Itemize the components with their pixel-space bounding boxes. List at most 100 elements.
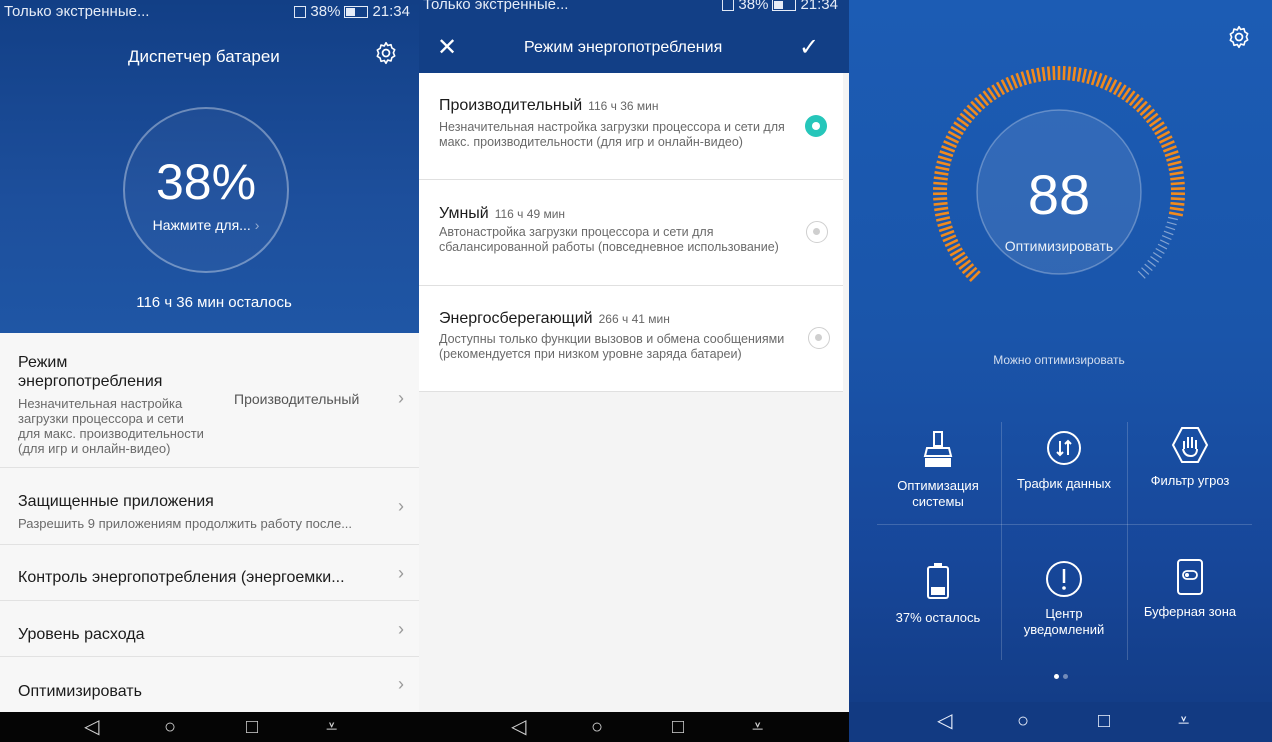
option-description: Незначительная настройка загрузки процес… (439, 120, 785, 149)
gauge-tick (1099, 74, 1108, 89)
settings-row-power-control[interactable]: Контроль энергопотребления (энергоемки..… (0, 545, 426, 601)
optimize-label[interactable]: Оптимизировать (929, 238, 1189, 254)
battery-level-ring[interactable]: 38% Нажмите для... › (123, 107, 289, 273)
tile-battery[interactable]: 37% осталось (875, 562, 1001, 626)
page-dot-active (1053, 674, 1059, 679)
gauge-tick (1081, 68, 1088, 83)
alert-icon (1046, 561, 1082, 597)
time-remaining: 116 ч 36 мин осталось (136, 294, 292, 311)
back-icon[interactable]: ◁ (84, 714, 99, 740)
gauge-tick (1161, 140, 1175, 149)
gauge-tick (1137, 270, 1146, 279)
home-icon[interactable]: ○ (591, 714, 603, 740)
grid-divider (877, 524, 1252, 525)
option-time: 116 ч 49 мин (494, 207, 566, 221)
broom-icon (923, 431, 953, 467)
gauge-tick (1164, 150, 1179, 158)
gauge-tick (941, 145, 956, 153)
tile-buffer-zone[interactable]: Буферная зона (1127, 558, 1253, 620)
gauge-tick (1067, 66, 1072, 81)
radio-unselected[interactable] (806, 221, 828, 243)
buffer-zone-icon (1177, 559, 1203, 595)
row-title: Защищенные приложения (18, 493, 214, 510)
power-option-saving[interactable]: Энергосберегающий 266 ч 41 мин Доступны т… (419, 286, 843, 392)
recents-icon[interactable]: □ (1098, 708, 1110, 734)
gauge-tick (1163, 230, 1174, 236)
gauge-tick (1144, 263, 1153, 272)
settings-row-consumption-level[interactable]: Уровень расхода › (0, 601, 426, 657)
gauge-tick (1015, 72, 1023, 87)
radio-unselected[interactable] (808, 327, 830, 349)
gauge-tick (937, 155, 952, 162)
gauge-tick (1162, 145, 1177, 153)
phone-manager-screen: 88 Оптимизировать Можно оптимизировать О… (849, 0, 1272, 742)
gauge-tick (1030, 68, 1037, 83)
status-bar: Только экстренные... 38% 21:34 (0, 0, 428, 24)
status-bar: Только экстренные... 38% 21:34 (419, 0, 856, 17)
sim-icon (294, 6, 307, 19)
chevron-right-icon: › (398, 619, 404, 639)
gauge-tick (1141, 267, 1150, 275)
tile-system-optimization[interactable]: Оптимизация системы (875, 430, 1001, 510)
settings-gear-icon[interactable] (1226, 24, 1252, 50)
chevron-right-icon: › (398, 388, 404, 408)
row-title: Оптимизировать (18, 683, 142, 700)
power-option-performance[interactable]: Производительный 116 ч 36 мин Незначитель… (419, 73, 843, 180)
notification-pull-icon[interactable]: ⩡ (326, 714, 337, 740)
tile-label: 37% осталось (895, 610, 981, 625)
gauge-tick (1165, 226, 1176, 231)
home-icon[interactable]: ○ (1017, 708, 1029, 734)
status-battery-percent: 38% (310, 3, 341, 20)
power-mode-value: Производительный (234, 391, 360, 407)
gauge-tick (1020, 71, 1028, 86)
tile-data-traffic[interactable]: Трафик данных (1001, 430, 1127, 492)
recents-icon[interactable]: □ (246, 714, 258, 740)
navigation-bar: ◁ ○ □ ⩡ (849, 702, 1272, 742)
settings-row-power-mode[interactable]: Режим энергопотребления Незначительная н… (0, 333, 426, 468)
gauge-tick (939, 150, 954, 158)
tile-label: Центр уведомлений (1023, 606, 1105, 637)
tile-label: Фильтр угроз (1150, 473, 1230, 488)
page-dot (1062, 674, 1068, 679)
settings-gear-icon[interactable] (373, 40, 399, 66)
tile-label: Оптимизация системы (897, 478, 979, 509)
row-description: Незначительная настройка загрузки процес… (18, 396, 204, 456)
chevron-right-icon: › (398, 563, 404, 583)
optimization-score[interactable]: 88 (929, 162, 1189, 227)
back-icon[interactable]: ◁ (937, 708, 952, 734)
option-description: Автонастройка загрузки процессора и сети… (439, 225, 779, 254)
gauge-tick (1166, 155, 1181, 162)
option-time: 266 ч 41 мин (598, 312, 670, 326)
status-right: 38% 21:34 (718, 0, 838, 17)
row-title: Контроль энергопотребления (энергоемки..… (18, 569, 345, 586)
notification-pull-icon[interactable]: ⩡ (752, 714, 763, 740)
gauge-tick (1072, 66, 1077, 82)
tile-label: Буферная зона (1143, 604, 1237, 619)
recents-icon[interactable]: □ (672, 714, 684, 740)
gauge-tick (1046, 66, 1051, 81)
gauge-tick (938, 225, 953, 233)
radio-selected[interactable] (805, 115, 827, 137)
row-title: Уровень расхода (18, 626, 145, 643)
settings-row-optimize[interactable]: Оптимизировать › (0, 657, 426, 713)
settings-row-protected-apps[interactable]: Защищенные приложения Разрешить 9 прилож… (0, 468, 426, 545)
back-icon[interactable]: ◁ (511, 714, 526, 740)
battery-header: Только экстренные... 38% 21:34 Диспетчер … (0, 0, 428, 333)
page-indicator (849, 666, 1272, 684)
gauge-tick (1147, 259, 1156, 267)
tile-notification-center[interactable]: Центр уведомлений (1001, 560, 1127, 638)
gauge-tick (1062, 66, 1066, 81)
gauge-tick (940, 229, 955, 238)
home-icon[interactable]: ○ (164, 714, 176, 740)
confirm-check-icon[interactable]: ✓ (799, 33, 819, 62)
gauge-tick (1076, 67, 1082, 82)
power-option-smart[interactable]: Умный 116 ч 49 мин Автонастройка загрузки… (419, 180, 843, 286)
close-icon[interactable]: ✕ (437, 36, 457, 60)
gauge-tick (943, 140, 957, 149)
gauge-tick (1010, 74, 1019, 89)
notification-pull-icon[interactable]: ⩡ (1178, 708, 1189, 734)
status-time: 21:34 (372, 3, 410, 20)
option-title: Энергосберегающий 266 ч 41 мин (439, 310, 670, 327)
battery-manager-screen: Только экстренные... 38% 21:34 Диспетчер … (0, 0, 428, 742)
tile-threat-filter[interactable]: Фильтр угроз (1127, 425, 1253, 489)
